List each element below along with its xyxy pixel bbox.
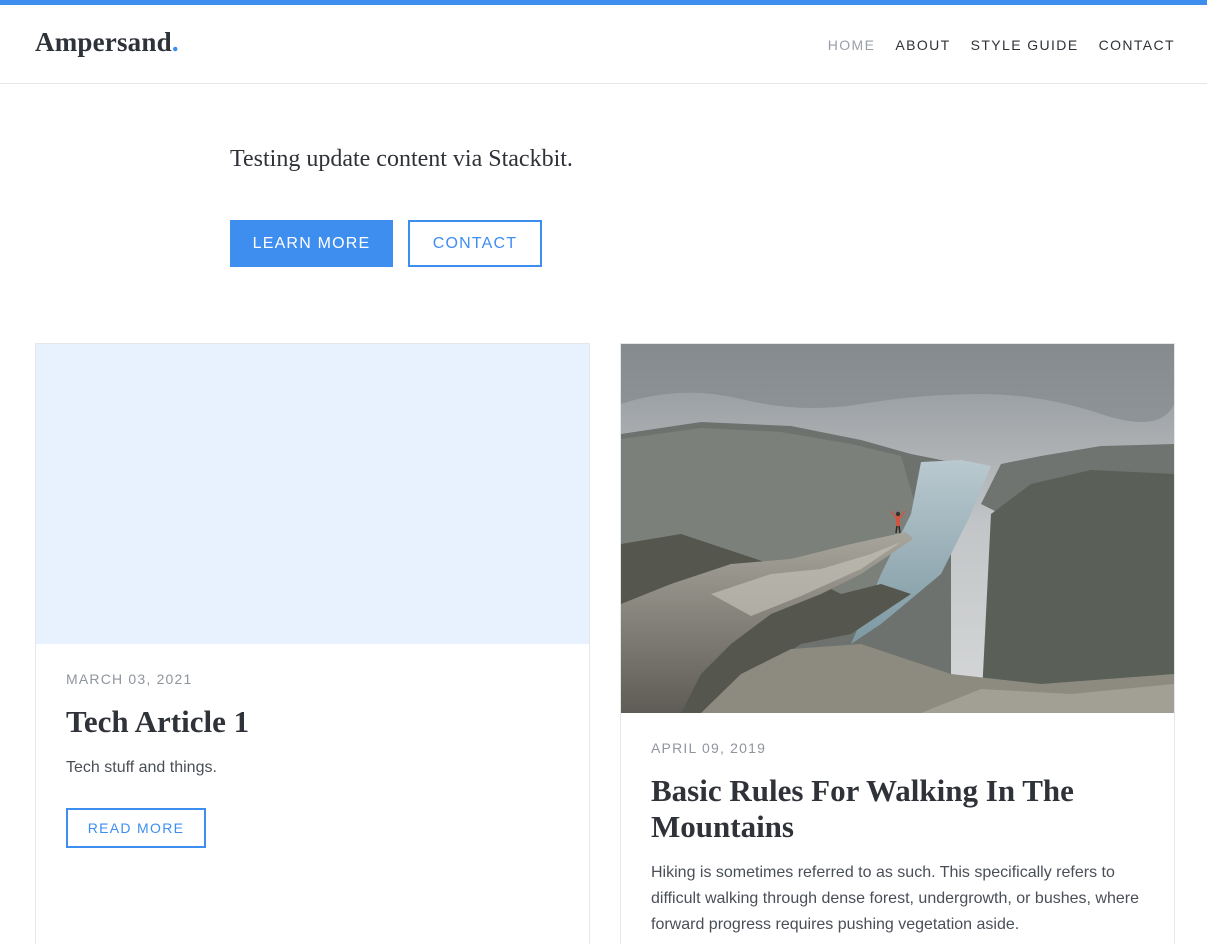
contact-button[interactable]: CONTACT [408,220,542,267]
post-card: MARCH 03, 2021 Tech Article 1 Tech stuff… [35,343,590,944]
post-title[interactable]: Basic Rules For Walking In The Mountains [651,773,1131,845]
post-excerpt: Hiking is sometimes referred to as such.… [651,864,1139,933]
post-excerpt: Tech stuff and things. [66,759,217,776]
post-card: APRIL 09, 2019 Basic Rules For Walking I… [620,343,1175,944]
learn-more-button[interactable]: LEARN MORE [230,220,393,267]
nav-item-home[interactable]: HOME [828,37,876,53]
hero-buttons: LEARN MORE CONTACT [230,220,630,267]
post-title[interactable]: Tech Article 1 [66,704,249,740]
logo-dot: . [171,27,179,57]
site-header: Ampersand. HOME ABOUT STYLE GUIDE CONTAC… [0,5,1207,84]
post-date: APRIL 09, 2019 [651,740,767,756]
post-thumbnail-placeholder[interactable] [36,344,589,644]
nav-item-style-guide[interactable]: STYLE GUIDE [971,37,1079,53]
read-more-button[interactable]: READ MORE [66,808,206,848]
hero-text: Testing update content via Stackbit. [230,146,573,172]
main-nav: HOME ABOUT STYLE GUIDE CONTACT [808,37,1175,53]
post-date: MARCH 03, 2021 [66,671,193,687]
logo-text[interactable]: Ampersand [35,27,172,57]
hero-section: Testing update content via Stackbit. LEA… [230,146,573,267]
post-thumbnail-mountain-photo[interactable] [621,344,1174,713]
site-logo[interactable]: Ampersand. [35,27,179,58]
nav-item-about[interactable]: ABOUT [895,37,950,53]
nav-item-contact[interactable]: CONTACT [1099,37,1175,53]
